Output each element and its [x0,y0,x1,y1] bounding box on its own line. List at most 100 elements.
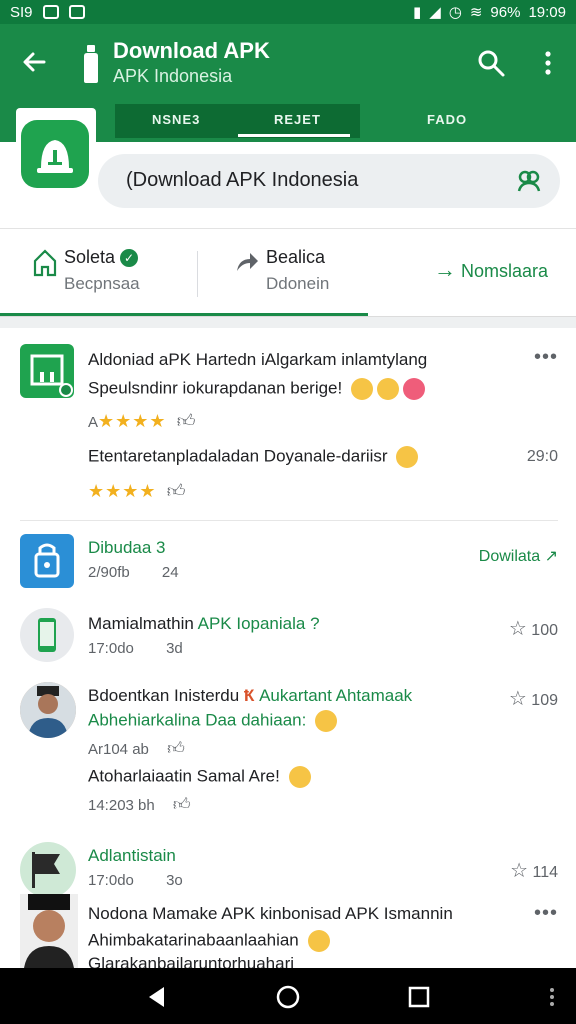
alarm-icon: ◷ [448,4,462,21]
carrier-text: SI9 [10,3,33,21]
wifi-icon: ≋ [469,4,483,21]
lock-icon [34,543,60,578]
laugh-emoji-icon [376,378,399,400]
wink-emoji-icon [315,710,338,732]
verified-icon: ✓ [120,249,139,267]
tag-icon: Ҟ [243,686,255,705]
item-title-b: APK Iopaniala ? [197,614,320,633]
item-count: 3o [166,872,183,889]
item-meta: 2/90fb [88,564,130,581]
back-arrow-icon[interactable] [18,46,50,78]
item-line-3: Atoharlaiaatin Samal Are! [88,766,280,786]
rating-stars: ★★★★ [98,411,167,431]
avatar [20,608,74,662]
tab-3[interactable]: FADO [427,112,467,127]
rating-stars-2: ★★★★ [88,481,157,501]
item-title: Adlantistain [88,846,176,865]
home-icon [33,249,57,277]
action-middle-sub: Ddonein [266,274,330,293]
store-icon [30,354,73,397]
item-line-3: Etentaretanpladaladan Doyanale-dariisr [88,446,388,466]
app-logo [16,108,96,198]
action-left[interactable]: Soleta ✓ Becpnsaa [32,247,140,294]
home-circle-icon[interactable] [275,984,301,1010]
item-line-2: Speulsndinr iokurapdanan berige! [88,378,343,398]
item-count: 3d [166,640,183,657]
page-subtitle: APK Indonesia [113,66,233,86]
search-icon[interactable] [476,48,506,78]
bell-logo-icon [21,120,89,188]
rating-prefix: A [88,414,99,431]
action-left-sub: Becpnsaa [64,274,140,293]
item-count: 24 [161,564,179,581]
tab-2[interactable]: REJET [274,112,321,127]
bottle-icon [84,45,98,83]
item-meta: Ar104 ab [88,741,149,758]
item-title: Dibudaa 3 [88,538,166,557]
item-line-2: Ahimbakatarinabaanlaahian [88,930,299,950]
app-icon [20,344,74,398]
page-title: Download APK [113,38,270,63]
star-outline-icon[interactable]: ☆ [509,688,527,710]
person-photo-icon [20,894,78,968]
item-title-a: Mamialmathin [88,614,194,633]
search-input-value[interactable]: (Download APK Indonesia [126,169,358,192]
item-line-1: Nodona Mamake APK kinbonisad APK Ismanni… [88,904,453,923]
message-icon [68,5,85,19]
system-nav-bar [0,968,576,1024]
star-count: 109 [531,692,558,709]
avatar [20,682,76,738]
thumbs-up-icon[interactable]: 👍︎ [173,795,191,814]
app-bar: Download APK APK Indonesia [0,24,576,102]
phone-icon [38,618,56,652]
action-right-label: Nomslaara [461,261,549,281]
tab-1[interactable]: NSNE3 [152,112,200,127]
search-field[interactable]: (Download APK Indonesia [98,154,560,208]
signal-icon: ◢ [429,4,441,21]
item-line-2: Abhehiarkalina Daa dahiaan: [88,710,307,730]
section-divider [0,316,576,328]
more-horiz-icon[interactable]: ••• [534,902,558,925]
star-count: 100 [531,622,558,639]
item-meta: 17:0do [88,640,134,657]
avatar [20,842,76,898]
avatar [20,894,78,968]
person-avatar-icon [20,682,76,738]
status-bar: SI9 ▮ ◢ ◷ ≋ 96% 19:09 [0,0,576,24]
people-icon[interactable] [516,168,542,194]
item-meta: 17:0do [88,872,134,889]
item-line-1-a: Bdoentkan Inisterdu [88,686,240,705]
recents-square-icon[interactable] [406,984,432,1010]
star-outline-icon[interactable]: ☆ [509,618,527,640]
download-label: Dowilata [478,548,541,565]
thumbs-up-icon[interactable]: 👍︎ [167,739,185,758]
thumbs-up-icon[interactable]: 👍︎ [167,481,186,501]
more-vert-icon[interactable] [538,48,558,78]
action-right[interactable]: → Nomslaara [434,257,548,283]
nav-more-icon[interactable] [546,984,558,1010]
active-tab-indicator [238,134,350,137]
more-horiz-icon[interactable]: ••• [534,346,558,369]
star-count: 114 [532,864,558,881]
smile-emoji-icon [350,378,373,400]
arrow-right-icon: → [434,257,456,282]
app-icon [20,534,74,588]
battery-percent: 96% [490,3,521,21]
chevron-right-icon: ↗ [544,548,558,565]
actions-row: Soleta ✓ Becpnsaa Bealica Ddonein → Noms… [0,228,576,316]
action-middle[interactable]: Bealica Ddonein [234,247,329,294]
heart-emoji-icon [402,378,425,400]
share-icon [237,253,258,271]
back-triangle-icon[interactable] [144,984,170,1010]
thinking-emoji-icon [396,446,419,468]
thumbs-up-icon[interactable]: 👍︎ [177,411,196,431]
item-line-1-b: Aukartant Ahtamaak [259,686,413,705]
star-outline-icon[interactable]: ☆ [510,860,528,882]
item-meta-2: 14:203 bh [88,797,155,814]
action-middle-title: Bealica [266,247,326,267]
divider [20,520,558,521]
wink-emoji-icon [307,930,330,952]
status-time: 19:09 [528,3,566,21]
action-left-title: Soleta [64,247,116,267]
download-button[interactable]: Dowilata ↗ [479,546,558,566]
